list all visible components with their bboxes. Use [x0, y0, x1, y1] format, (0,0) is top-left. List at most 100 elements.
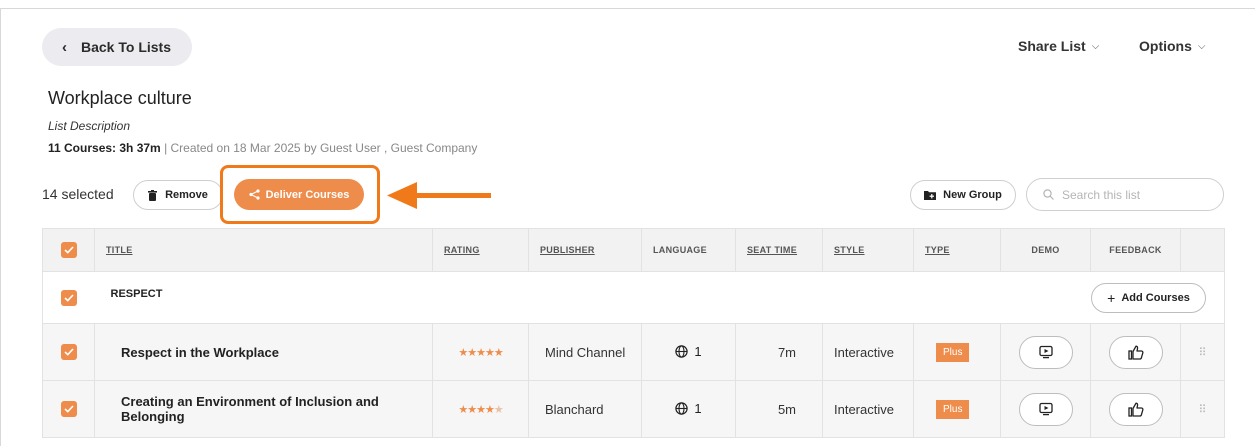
type-badge: Plus	[936, 342, 970, 362]
column-header-language: LANGUAGE	[641, 228, 736, 272]
demo-cell	[1000, 323, 1091, 381]
check-icon	[64, 293, 74, 302]
course-seat-time: 7m	[735, 323, 823, 381]
share-icon	[249, 189, 260, 200]
folder-plus-icon	[924, 191, 937, 200]
share-list-menu[interactable]: Share List ⌵	[1018, 38, 1099, 54]
star-icon: ★	[458, 346, 468, 359]
courses-table: TITLE RATING PUBLISHER LANGUAGE SEAT TIM…	[42, 228, 1225, 438]
feedback-cell	[1090, 323, 1181, 381]
feedback-cell	[1090, 380, 1181, 438]
column-header-language-label: LANGUAGE	[653, 245, 707, 255]
options-label: Options	[1139, 38, 1192, 54]
group-checkbox-cell	[42, 271, 95, 324]
column-header-title-label: TITLE	[106, 245, 133, 255]
row-checkbox-cell	[42, 380, 95, 438]
group-actions-cell: + Add Courses	[1090, 271, 1225, 324]
column-header-type[interactable]: TYPE	[913, 228, 1001, 272]
group-checkbox[interactable]	[60, 289, 77, 306]
deliver-courses-label: Deliver Courses	[265, 188, 350, 201]
column-header-rating[interactable]: RATING	[432, 228, 529, 272]
demo-button[interactable]	[1018, 335, 1073, 369]
thumbs-up-icon	[1127, 402, 1144, 417]
star-icon: ★	[493, 346, 504, 359]
column-header-title[interactable]: TITLE	[94, 228, 433, 272]
list-summary-count: 11 Courses: 3h 37m	[48, 141, 161, 155]
course-title[interactable]: Respect in the Workplace	[94, 323, 433, 381]
column-header-actions	[1180, 228, 1225, 272]
back-to-lists-label: Back To Lists	[81, 39, 171, 55]
search-icon	[1043, 189, 1054, 200]
feedback-button[interactable]	[1108, 392, 1163, 426]
course-type-cell: Plus	[913, 380, 1001, 438]
search-input[interactable]	[1062, 187, 1212, 202]
add-courses-button[interactable]: + Add Courses	[1091, 282, 1206, 313]
column-header-demo: DEMO	[1000, 228, 1091, 272]
demo-cell	[1000, 380, 1091, 438]
group-name: RESPECT	[94, 271, 1091, 324]
chevron-down-icon: ⌵	[1091, 40, 1100, 52]
remove-button[interactable]: Remove	[133, 180, 223, 210]
course-seat-time: 5m	[735, 380, 823, 438]
star-icon: ★	[467, 346, 477, 359]
arrow-left-icon	[387, 182, 491, 209]
new-group-button[interactable]: New Group	[910, 180, 1016, 210]
back-to-lists-button[interactable]: ‹ Back To Lists	[42, 28, 192, 66]
globe-icon	[675, 401, 689, 415]
share-list-label: Share List	[1018, 38, 1086, 54]
feedback-button[interactable]	[1108, 335, 1163, 369]
table-row[interactable]: Respect in the Workplace ★★★★★ Mind Chan…	[42, 323, 1225, 381]
column-header-seat-time-label: SEAT TIME	[747, 245, 798, 255]
star-icon: ★	[476, 346, 486, 359]
column-header-style[interactable]: STYLE	[822, 228, 914, 272]
drag-handle-icon[interactable]: ⠿	[1180, 380, 1225, 438]
deliver-courses-button[interactable]: Deliver Courses	[234, 179, 364, 210]
row-checkbox[interactable]	[60, 344, 77, 360]
chevron-left-icon: ‹	[62, 38, 67, 56]
type-badge: Plus	[936, 399, 970, 419]
column-header-feedback-label: FEEDBACK	[1109, 245, 1162, 255]
half-star-icon: ★	[493, 403, 504, 416]
star-icon: ★	[484, 403, 495, 416]
add-courses-label: Add Courses	[1121, 291, 1190, 304]
row-checkbox[interactable]	[60, 401, 77, 417]
list-summary-created: | Created on 18 Mar 2025 by Guest User ,…	[160, 141, 478, 155]
row-checkbox-cell	[42, 323, 95, 381]
demo-button[interactable]	[1018, 392, 1073, 426]
star-icon: ★	[458, 403, 468, 416]
drag-handle-icon[interactable]: ⠿	[1180, 323, 1225, 381]
language-count: 1	[694, 400, 702, 416]
column-header-seat-time[interactable]: SEAT TIME	[735, 228, 823, 272]
table-header-row: TITLE RATING PUBLISHER LANGUAGE SEAT TIM…	[42, 228, 1225, 272]
course-type-cell: Plus	[913, 323, 1001, 381]
star-icon: ★	[484, 346, 495, 359]
new-group-label: New Group	[943, 189, 1002, 201]
globe-icon	[675, 344, 689, 358]
rating-stars: ★★★★★	[432, 323, 529, 381]
plus-icon: +	[1107, 289, 1116, 306]
selected-count: 14 selected	[42, 186, 114, 202]
column-header-publisher[interactable]: PUBLISHER	[528, 228, 642, 272]
column-header-feedback: FEEDBACK	[1090, 228, 1181, 272]
chevron-down-icon: ⌵	[1197, 40, 1206, 52]
course-style: Interactive	[822, 323, 914, 381]
course-publisher: Blanchard	[528, 380, 642, 438]
course-publisher: Mind Channel	[528, 323, 642, 381]
course-style: Interactive	[822, 380, 914, 438]
star-icon: ★	[467, 403, 477, 416]
check-icon	[63, 348, 74, 356]
check-icon	[63, 246, 74, 254]
star-icon: ★	[476, 403, 486, 416]
search-box	[1026, 178, 1224, 211]
table-row[interactable]: Creating an Environment of Inclusion and…	[42, 380, 1225, 438]
language-count: 1	[694, 343, 702, 359]
select-all-cell	[42, 228, 95, 272]
options-menu[interactable]: Options ⌵	[1139, 38, 1205, 54]
course-language: 1	[641, 380, 736, 438]
rating-stars: ★★★★★	[432, 380, 529, 438]
course-language: 1	[641, 323, 736, 381]
trash-icon	[148, 189, 158, 201]
select-all-checkbox[interactable]	[60, 242, 77, 258]
check-icon	[63, 405, 74, 413]
course-title[interactable]: Creating an Environment of Inclusion and…	[94, 380, 433, 438]
